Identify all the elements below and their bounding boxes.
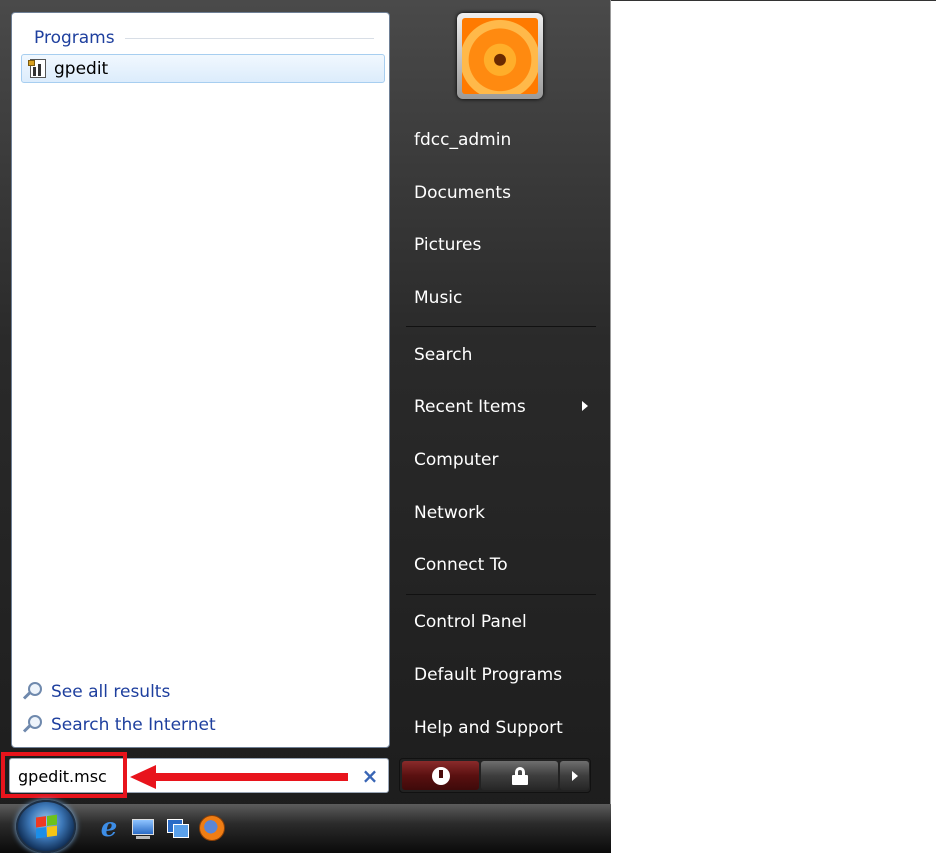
- top-border-line: [611, 0, 936, 1]
- taskbar: [0, 804, 611, 853]
- lock-button[interactable]: [481, 761, 558, 790]
- clear-search-icon[interactable]: ×: [358, 764, 382, 788]
- arrow-right-icon: [571, 770, 578, 781]
- power-options-button[interactable]: [560, 761, 589, 790]
- menu-item-documents[interactable]: Documents: [414, 177, 594, 209]
- menu-item-recent-items[interactable]: Recent Items: [414, 391, 594, 423]
- start-button[interactable]: [16, 800, 76, 853]
- program-item-gpedit[interactable]: gpedit: [21, 54, 385, 83]
- submenu-arrow-icon: [582, 401, 588, 411]
- programs-header-label: Programs: [34, 28, 115, 48]
- menu-item-pictures[interactable]: Pictures: [414, 229, 594, 261]
- menu-separator: [406, 594, 596, 595]
- menu-item-control-panel[interactable]: Control Panel: [414, 606, 594, 638]
- search-icon: [22, 714, 45, 736]
- annotation-highlight-box: [1, 752, 127, 798]
- search-icon: [22, 681, 45, 703]
- search-internet-label: Search the Internet: [51, 715, 216, 735]
- show-desktop-icon[interactable]: [130, 815, 156, 841]
- menu-item-connect-to[interactable]: Connect To: [414, 549, 594, 581]
- power-buttons: [399, 758, 591, 793]
- switch-windows-icon[interactable]: [165, 815, 191, 841]
- programs-header-rule: [124, 37, 374, 39]
- menu-item-default-programs[interactable]: Default Programs: [414, 659, 594, 691]
- programs-header: Programs: [34, 27, 374, 49]
- menu-item-music[interactable]: Music: [414, 282, 594, 314]
- menu-item-user[interactable]: fdcc_admin: [414, 124, 594, 156]
- menu-separator: [406, 326, 596, 327]
- see-all-results-label: See all results: [51, 682, 171, 702]
- start-menu: Programs gpedit See all results Search t…: [0, 0, 611, 853]
- lock-icon: [511, 766, 528, 785]
- menu-item-search[interactable]: Search: [414, 339, 594, 371]
- power-button[interactable]: [402, 761, 479, 790]
- start-menu-left-pane: Programs gpedit See all results Search t…: [11, 12, 390, 748]
- flower-picture-icon: [462, 18, 538, 94]
- annotation-arrow-icon: [130, 765, 348, 789]
- internet-explorer-icon[interactable]: e: [96, 815, 122, 841]
- firefox-icon[interactable]: [199, 815, 225, 841]
- menu-item-network[interactable]: Network: [414, 497, 594, 529]
- user-picture[interactable]: [457, 13, 543, 99]
- see-all-results-link[interactable]: See all results: [22, 681, 171, 703]
- program-item-label: gpedit: [54, 58, 109, 79]
- search-internet-link[interactable]: Search the Internet: [22, 714, 216, 736]
- group-policy-editor-icon: [28, 58, 48, 79]
- menu-item-help-support[interactable]: Help and Support: [414, 712, 594, 744]
- menu-item-computer[interactable]: Computer: [414, 444, 594, 476]
- power-icon: [431, 766, 450, 785]
- windows-logo-icon: [36, 814, 58, 839]
